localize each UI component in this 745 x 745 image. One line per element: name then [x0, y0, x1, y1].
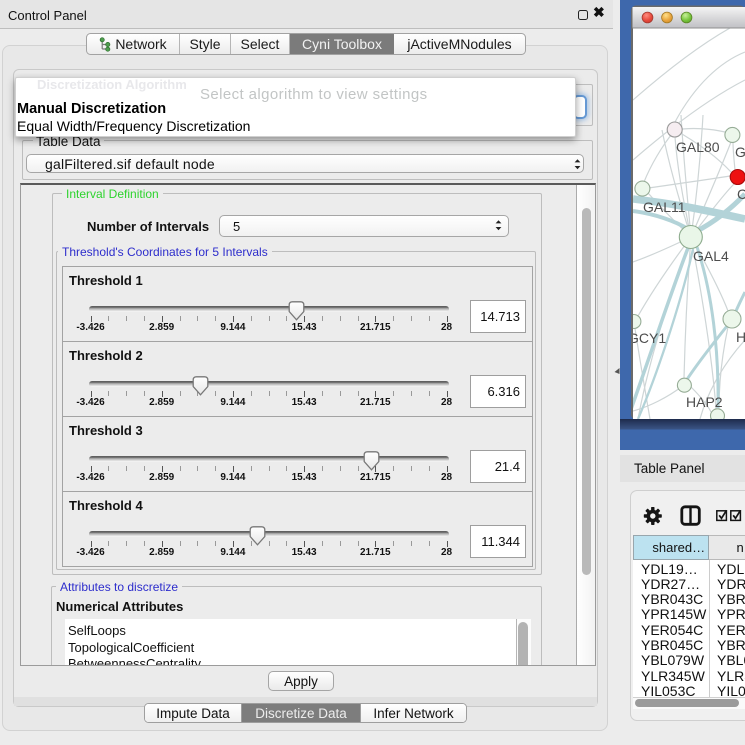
svg-text:GAL4: GAL4	[693, 248, 729, 264]
svg-text:GAL11: GAL11	[643, 199, 686, 215]
svg-text:GAL80: GAL80	[676, 139, 720, 155]
svg-text:H: H	[736, 329, 745, 345]
svg-text:C: C	[737, 186, 745, 202]
svg-text:HAP2: HAP2	[686, 394, 723, 410]
svg-text:GA: GA	[735, 144, 745, 160]
svg-text:GCY1: GCY1	[628, 330, 666, 346]
